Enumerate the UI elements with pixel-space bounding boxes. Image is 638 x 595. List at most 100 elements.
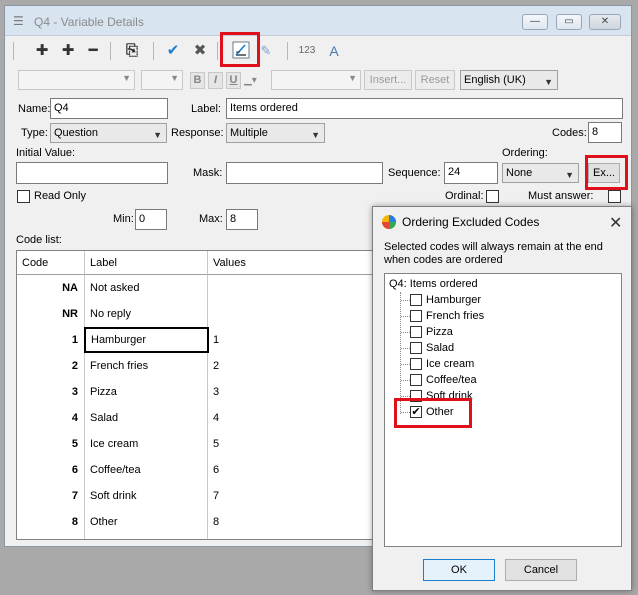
italic-button[interactable]: I [208,72,223,89]
tree-checkbox-checked[interactable]: ✔ [410,406,422,418]
label-cell[interactable]: French fries [85,353,207,379]
tree-item[interactable]: Salad [385,340,615,356]
code-cell[interactable]: NA [17,275,84,301]
label-cell[interactable]: Coffee/tea [85,457,207,483]
ordering-button[interactable] [230,40,252,62]
table-row[interactable]: 8 Other 8 [17,509,375,535]
value-cell[interactable]: 8 [208,509,368,535]
response-select[interactable]: Multiple ▼ [226,123,325,143]
tree-checkbox[interactable] [410,374,422,386]
ordinal-checkbox[interactable] [486,190,499,203]
code-cell[interactable]: 5 [17,431,84,457]
value-cell[interactable]: 5 [208,431,368,457]
table-row[interactable]: 4 Salad 4 [17,405,375,431]
table-row[interactable]: 1 Hamburger 1 [17,327,375,353]
bold-button[interactable]: B [190,72,205,89]
tree-item[interactable]: Ice cream [385,356,615,372]
column-header-values[interactable]: Values [208,251,375,275]
name-field[interactable]: Q4 [50,98,168,119]
cancel-button[interactable]: Cancel [505,559,577,581]
tree-item[interactable]: French fries [385,308,615,324]
underline-button[interactable]: U [226,72,241,89]
insert-button[interactable]: Insert... [364,70,412,90]
label-cell[interactable]: Soft drink [85,483,207,509]
title-bar[interactable]: ☰ Q4 - Variable Details — ▭ ✕ [5,6,631,36]
tree-checkbox[interactable] [410,294,422,306]
ordering-select[interactable]: None ▼ [502,163,579,183]
reset-button[interactable]: Reset [415,70,455,90]
tree-item[interactable]: Pizza [385,324,615,340]
min-field[interactable]: 0 [135,209,167,230]
discard-button[interactable]: ✖ [189,40,211,62]
label-cell[interactable]: Other [85,509,207,535]
codes-field[interactable]: 8 [588,122,622,143]
excluded-codes-button[interactable]: Ex... [588,163,620,183]
code-cell[interactable]: 8 [17,509,84,535]
value-cell[interactable]: 1 [208,327,368,353]
code-cell[interactable]: 6 [17,457,84,483]
add-code-button[interactable]: ✚ [31,40,53,62]
maximize-button[interactable]: ▭ [556,14,582,30]
code-cell[interactable]: 4 [17,405,84,431]
max-field[interactable]: 8 [226,209,258,230]
close-button[interactable]: ✕ [589,14,621,30]
pen-button[interactable]: ✎ [255,40,277,62]
insert-code-button[interactable]: ✚ [57,40,79,62]
code-cell[interactable]: 1 [17,327,84,353]
label-cell[interactable]: Pizza [85,379,207,405]
table-row[interactable]: 2 French fries 2 [17,353,375,379]
table-row[interactable]: 7 Soft drink 7 [17,483,375,509]
table-row[interactable]: 5 Ice cream 5 [17,431,375,457]
language-select[interactable]: English (UK) ▼ [460,70,558,90]
label-cell[interactable]: Salad [85,405,207,431]
tree-item[interactable]: Soft drink [385,388,615,404]
value-cell[interactable]: 6 [208,457,368,483]
number-format-button[interactable]: 123 [295,40,319,62]
code-cell[interactable]: 2 [17,353,84,379]
import-codes-button[interactable]: ⎘ [121,40,143,62]
apply-button[interactable]: ✔ [162,40,184,62]
label-cell[interactable]: No reply [85,301,207,327]
tree-item[interactable]: Hamburger [385,292,615,308]
initial-value-field[interactable] [16,162,168,184]
value-cell[interactable]: 2 [208,353,368,379]
code-cell[interactable]: 3 [17,379,84,405]
sequence-field[interactable]: 24 [444,162,498,184]
font-name-combo[interactable]: ▼ [18,70,135,90]
label-field[interactable]: Items ordered [226,98,623,119]
read-only-checkbox[interactable] [17,190,30,203]
tree-checkbox[interactable] [410,390,422,402]
tree-checkbox[interactable] [410,310,422,322]
mask-field[interactable] [226,162,383,184]
column-header-code[interactable]: Code [17,251,85,275]
value-cell[interactable] [208,275,368,301]
tree-checkbox[interactable] [410,342,422,354]
style-combo[interactable]: ▼ [271,70,361,90]
remove-code-button[interactable]: ━ [82,40,104,62]
font-size-combo[interactable]: ▼ [141,70,183,90]
tree-checkbox[interactable] [410,358,422,370]
ok-button[interactable]: OK [423,559,495,581]
dialog-close-icon[interactable]: ✕ [609,213,622,233]
tree-item[interactable]: Coffee/tea [385,372,615,388]
code-cell[interactable]: NR [17,301,84,327]
label-cell[interactable]: Ice cream [85,431,207,457]
column-header-label[interactable]: Label [85,251,208,275]
value-cell[interactable] [208,301,368,327]
value-cell[interactable]: 7 [208,483,368,509]
tree-checkbox[interactable] [410,326,422,338]
tree-root[interactable]: Q4: Items ordered [389,276,478,292]
value-cell[interactable]: 3 [208,379,368,405]
must-answer-checkbox[interactable] [608,190,621,203]
code-cell[interactable]: 7 [17,483,84,509]
value-cell[interactable]: 4 [208,405,368,431]
table-row[interactable]: NR No reply [17,301,375,327]
table-row[interactable]: 3 Pizza 3 [17,379,375,405]
table-row[interactable]: NA Not asked [17,275,375,301]
type-select[interactable]: Question ▼ [50,123,167,143]
table-row[interactable]: 6 Coffee/tea 6 [17,457,375,483]
auto-fit-button[interactable]: A [323,40,345,62]
tree-item[interactable]: ✔ Other [385,404,615,420]
minimize-button[interactable]: — [522,14,548,30]
text-color-icon[interactable]: ▁▾ [244,72,268,89]
